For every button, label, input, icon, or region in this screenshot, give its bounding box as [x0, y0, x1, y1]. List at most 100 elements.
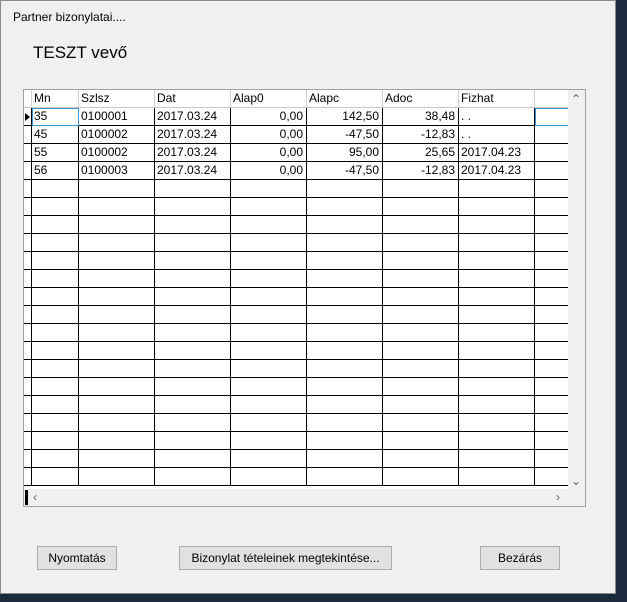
cell-szlsz[interactable]	[79, 378, 155, 396]
cell-alap0[interactable]	[231, 396, 307, 414]
cell-dat[interactable]	[155, 252, 231, 270]
cell-fizhat[interactable]	[459, 180, 535, 198]
scroll-right-icon[interactable]: ›	[556, 491, 560, 503]
cell-szlsz[interactable]	[79, 414, 155, 432]
table-row[interactable]	[24, 324, 569, 342]
cell-adoc[interactable]: -12,83	[383, 162, 459, 180]
cell-alap0[interactable]	[231, 216, 307, 234]
cell-mn[interactable]	[32, 450, 79, 468]
row-indicator[interactable]	[24, 432, 32, 450]
cell-mn[interactable]	[32, 396, 79, 414]
cell-adoc[interactable]	[383, 288, 459, 306]
cell-alapc[interactable]	[307, 234, 383, 252]
cell-alap0[interactable]	[231, 378, 307, 396]
cell-szlsz[interactable]	[79, 324, 155, 342]
cell-alap0[interactable]	[231, 234, 307, 252]
cell-adoc[interactable]	[383, 198, 459, 216]
cell-alapc[interactable]	[307, 270, 383, 288]
cell-fizhat[interactable]	[459, 414, 535, 432]
cell-dat[interactable]	[155, 396, 231, 414]
cell-alap0[interactable]	[231, 468, 307, 486]
cell-dat[interactable]	[155, 342, 231, 360]
table-row[interactable]	[24, 432, 569, 450]
cell-adoc[interactable]	[383, 378, 459, 396]
cell-mn[interactable]	[32, 270, 79, 288]
cell-fizhat[interactable]	[459, 468, 535, 486]
cell-alap0[interactable]	[231, 432, 307, 450]
column-header-dat[interactable]: Dat	[155, 90, 231, 108]
cell-alapc[interactable]	[307, 414, 383, 432]
scroll-down-icon[interactable]: ⌄	[571, 475, 581, 487]
row-indicator[interactable]	[24, 468, 32, 486]
cell-alap0[interactable]	[231, 342, 307, 360]
cell-dat[interactable]	[155, 216, 231, 234]
cell-adoc[interactable]	[383, 468, 459, 486]
cell-dat[interactable]	[155, 360, 231, 378]
cell-alap0[interactable]: 0,00	[231, 162, 307, 180]
cell-alapc[interactable]	[307, 450, 383, 468]
column-header-alap0[interactable]: Alap0	[231, 90, 307, 108]
column-header-alapc[interactable]: Alapc	[307, 90, 383, 108]
cell-szlsz[interactable]: 0100002	[79, 126, 155, 144]
cell-szlsz[interactable]	[79, 234, 155, 252]
table-row[interactable]: 45 0100002 2017.03.24 0,00 -47,50 -12,83. .	[24, 126, 569, 144]
documents-grid[interactable]: Mn Szlsz Dat Alap0 Alapc Adoc Fizhat 35 0100001 2…	[23, 89, 586, 507]
cell-adoc[interactable]	[383, 234, 459, 252]
cell-alapc[interactable]: 95,00	[307, 144, 383, 162]
table-row[interactable]: 55 0100002 2017.03.24 0,00 95,00 25,65 2017.04…	[24, 144, 569, 162]
cell-fizhat[interactable]	[459, 342, 535, 360]
cell-mn[interactable]: 35	[32, 108, 79, 126]
row-indicator[interactable]	[24, 180, 32, 198]
cell-adoc[interactable]	[383, 342, 459, 360]
cell-alapc[interactable]	[307, 342, 383, 360]
table-row[interactable]: 56 0100003 2017.03.24 0,00 -47,50 -12,83 2017.…	[24, 162, 569, 180]
cell-fizhat[interactable]	[459, 252, 535, 270]
cell-fizhat[interactable]	[459, 450, 535, 468]
cell-alapc[interactable]	[307, 468, 383, 486]
cell-fizhat[interactable]: . .	[459, 108, 535, 126]
cell-alap0[interactable]	[231, 180, 307, 198]
cell-szlsz[interactable]	[79, 306, 155, 324]
cell-szlsz[interactable]	[79, 396, 155, 414]
cell-mn[interactable]	[32, 252, 79, 270]
cell-szlsz[interactable]	[79, 252, 155, 270]
horizontal-scrollbar[interactable]: ‹ ›	[24, 489, 569, 506]
cell-dat[interactable]	[155, 414, 231, 432]
row-indicator[interactable]	[24, 414, 32, 432]
cell-mn[interactable]	[32, 234, 79, 252]
row-indicator[interactable]	[24, 252, 32, 270]
cell-alapc[interactable]	[307, 360, 383, 378]
column-header-mn[interactable]: Mn	[32, 90, 79, 108]
cell-alap0[interactable]: 0,00	[231, 108, 307, 126]
table-row[interactable]	[24, 360, 569, 378]
cell-alap0[interactable]: 0,00	[231, 144, 307, 162]
view-document-items-button[interactable]: Bizonylat tételeinek megtekintése...	[179, 546, 392, 570]
cell-adoc[interactable]: 38,48	[383, 108, 459, 126]
cell-szlsz[interactable]	[79, 432, 155, 450]
cell-dat[interactable]	[155, 234, 231, 252]
print-button[interactable]: Nyomtatás	[37, 546, 117, 570]
cell-szlsz[interactable]	[79, 342, 155, 360]
cell-mn[interactable]	[32, 468, 79, 486]
table-row[interactable]	[24, 414, 569, 432]
cell-alap0[interactable]	[231, 198, 307, 216]
cell-alapc[interactable]	[307, 432, 383, 450]
row-indicator[interactable]	[24, 360, 32, 378]
cell-szlsz[interactable]	[79, 468, 155, 486]
cell-dat[interactable]	[155, 378, 231, 396]
close-button[interactable]: Bezárás	[480, 546, 560, 570]
table-row[interactable]	[24, 216, 569, 234]
cell-szlsz[interactable]	[79, 288, 155, 306]
cell-adoc[interactable]	[383, 306, 459, 324]
cell-mn[interactable]: 55	[32, 144, 79, 162]
cell-alap0[interactable]	[231, 414, 307, 432]
row-indicator[interactable]	[24, 216, 32, 234]
table-row[interactable]	[24, 396, 569, 414]
row-indicator[interactable]	[24, 306, 32, 324]
cell-szlsz[interactable]	[79, 450, 155, 468]
cell-alapc[interactable]	[307, 396, 383, 414]
cell-fizhat[interactable]	[459, 306, 535, 324]
cell-dat[interactable]: 2017.03.24	[155, 126, 231, 144]
cell-mn[interactable]	[32, 180, 79, 198]
cell-mn[interactable]	[32, 360, 79, 378]
